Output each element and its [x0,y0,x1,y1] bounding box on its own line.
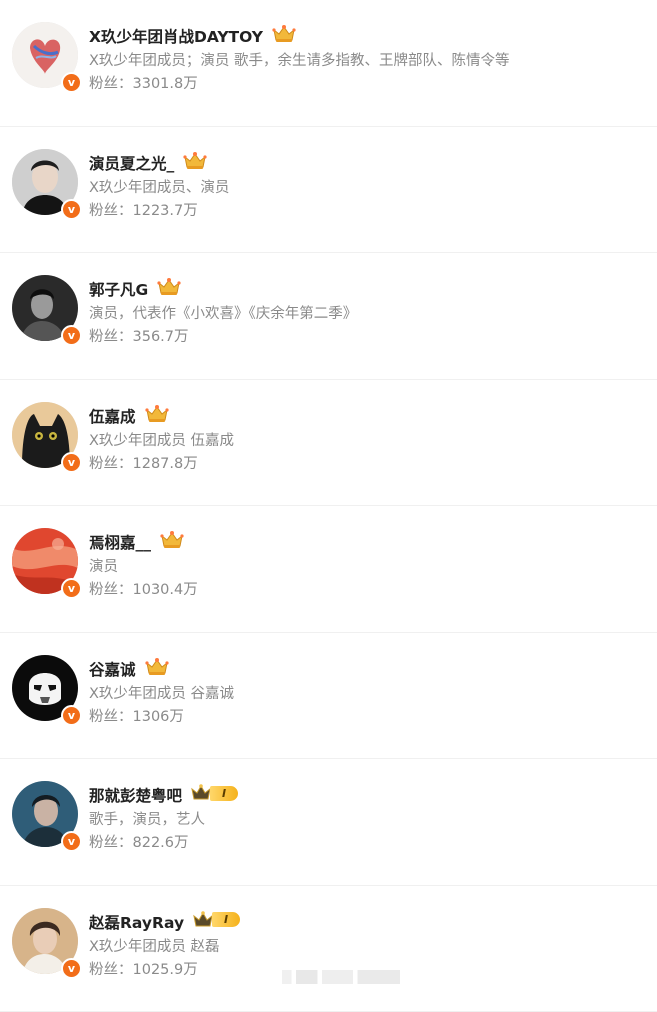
verified-badge-icon: v [61,578,82,599]
badge-level-label: I [212,912,240,927]
user-description: 演员，代表作《小欢喜》《庆余年第二季》 [89,302,357,323]
user-row[interactable]: v 焉栩嘉__演员粉丝：1030.4万 [0,506,657,633]
name-line: 伍嘉成 [89,404,170,428]
user-list: v X玖少年团肖战DAYTOYX玖少年团成员；演员 歌手，余生请多指教、王牌部队、… [0,0,657,1012]
follower-count: 粉丝：1025.9万 [89,958,198,979]
name-line: 演员夏之光_ [89,151,208,175]
verified-badge-icon: v [61,958,82,979]
verified-badge-icon: v [61,72,82,93]
crown-icon [159,530,185,554]
crown-level-icon: I [190,783,238,807]
user-description: X玖少年团成员 赵磊 [89,935,220,956]
user-name[interactable]: X玖少年团肖战DAYTOY [89,25,263,47]
follower-count: 粉丝：822.6万 [89,831,189,852]
user-description: X玖少年团成员、演员 [89,176,229,197]
verified-badge-icon: v [61,705,82,726]
follower-count: 粉丝：3301.8万 [89,72,198,93]
crown-icon [182,151,208,175]
follower-count: 粉丝：356.7万 [89,325,189,346]
follower-count: 粉丝：1223.7万 [89,199,198,220]
user-name[interactable]: 谷嘉诚 [89,658,136,680]
user-description: X玖少年团成员 谷嘉诚 [89,682,234,703]
user-name[interactable]: 演员夏之光_ [89,152,174,174]
verified-badge-icon: v [61,452,82,473]
user-name[interactable]: 那就彭楚粤吧 [89,784,182,806]
crown-icon [271,24,297,48]
user-row[interactable]: v 那就彭楚粤吧 I 歌手，演员，艺人粉丝：822.6万 [0,759,657,886]
name-line: X玖少年团肖战DAYTOY [89,24,297,48]
verified-badge-icon: v [61,199,82,220]
user-name[interactable]: 焉栩嘉__ [89,531,151,553]
user-name[interactable]: 赵磊RayRay [89,911,184,933]
watermark [282,970,400,984]
user-description: 歌手，演员，艺人 [89,808,205,829]
user-description: X玖少年团成员；演员 歌手，余生请多指教、王牌部队、陈情令等 [89,49,510,70]
user-name[interactable]: 伍嘉成 [89,405,136,427]
follower-count: 粉丝：1306万 [89,705,184,726]
verified-badge-icon: v [61,325,82,346]
user-row[interactable]: v 谷嘉诚X玖少年团成员 谷嘉诚粉丝：1306万 [0,633,657,760]
crown-icon [156,277,182,301]
badge-level-label: I [210,786,238,801]
follower-count: 粉丝：1030.4万 [89,578,198,599]
name-line: 谷嘉诚 [89,657,170,681]
name-line: 那就彭楚粤吧 I [89,783,238,807]
name-line: 郭子凡G [89,277,182,301]
user-description: 演员 [89,555,118,576]
crown-level-icon: I [192,910,240,934]
user-row[interactable]: v 郭子凡G演员，代表作《小欢喜》《庆余年第二季》粉丝：356.7万 [0,253,657,380]
name-line: 焉栩嘉__ [89,530,185,554]
user-row[interactable]: v 演员夏之光_X玖少年团成员、演员粉丝：1223.7万 [0,127,657,254]
user-description: X玖少年团成员 伍嘉成 [89,429,234,450]
user-row[interactable]: v X玖少年团肖战DAYTOYX玖少年团成员；演员 歌手，余生请多指教、王牌部队、… [0,0,657,127]
name-line: 赵磊RayRay I [89,910,240,934]
crown-icon [144,404,170,428]
follower-count: 粉丝：1287.8万 [89,452,198,473]
verified-badge-icon: v [61,831,82,852]
user-row[interactable]: v 伍嘉成X玖少年团成员 伍嘉成粉丝：1287.8万 [0,380,657,507]
user-name[interactable]: 郭子凡G [89,278,148,300]
user-row[interactable]: v 赵磊RayRay I X玖少年团成员 赵磊粉丝：1025.9万 [0,886,657,1012]
crown-icon [144,657,170,681]
